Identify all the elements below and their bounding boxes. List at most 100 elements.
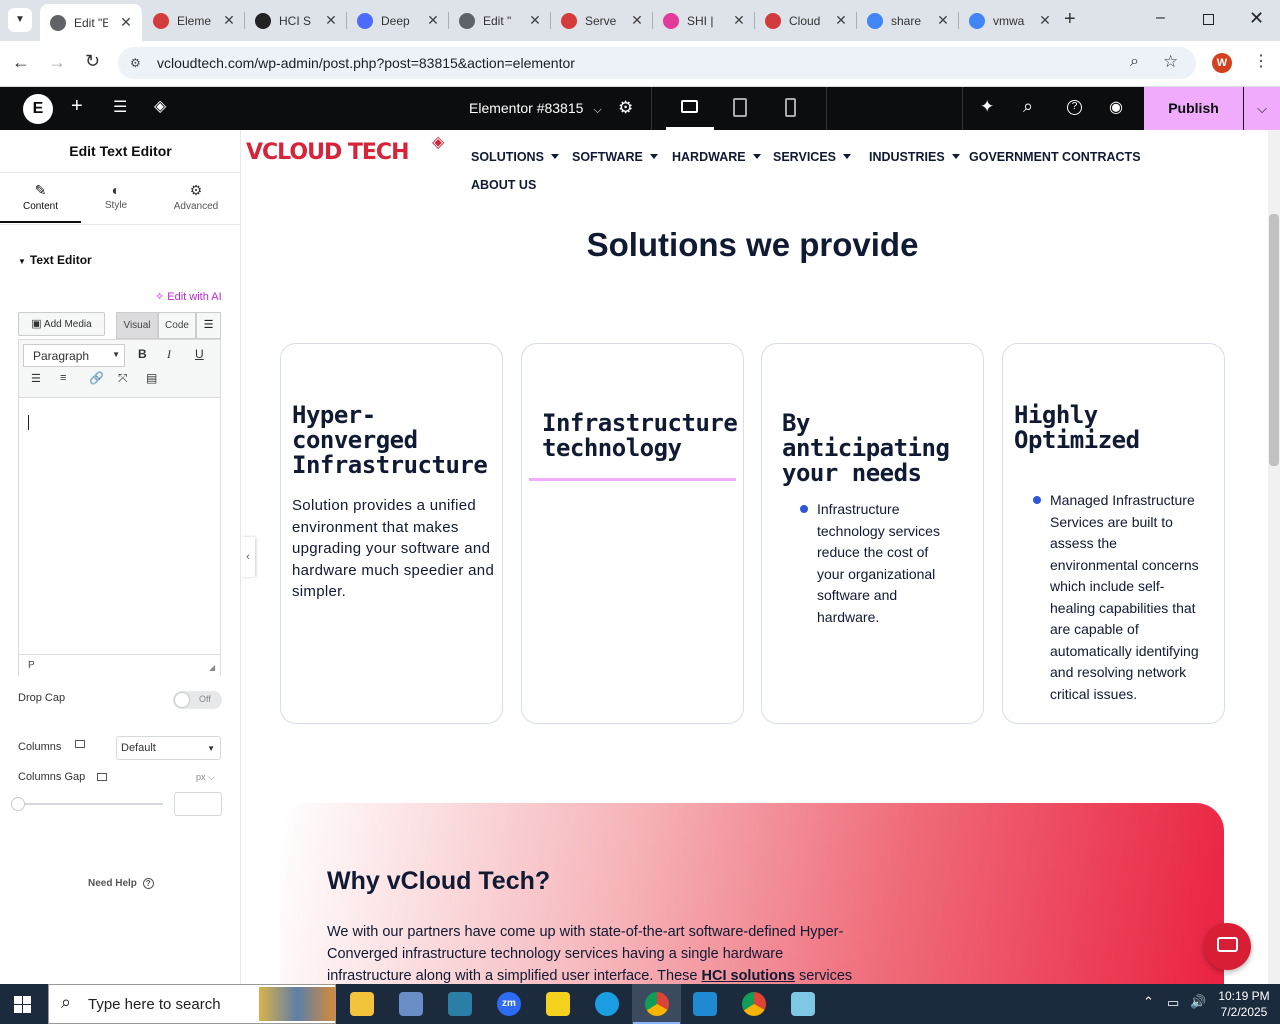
menu-item[interactable]: ABOUT US: [471, 178, 536, 192]
columns-gap-slider-handle[interactable]: [11, 797, 25, 811]
close-tab-icon[interactable]: ✕: [1037, 12, 1053, 29]
file-explorer-icon[interactable]: [350, 992, 374, 1016]
tab-advanced[interactable]: ⚙ Advanced: [151, 173, 241, 223]
snipping-tool-icon[interactable]: [399, 992, 423, 1016]
preview-eye-icon[interactable]: ◉: [1109, 97, 1123, 117]
notepad-icon[interactable]: [791, 992, 815, 1016]
collapse-panel-button[interactable]: ‹: [241, 537, 255, 577]
element-path[interactable]: P: [28, 660, 35, 671]
reload-button[interactable]: ↻: [85, 51, 100, 72]
columns-select[interactable]: Default ▼: [116, 736, 221, 760]
close-tab-icon[interactable]: ✕: [527, 12, 543, 29]
browser-tab[interactable]: Eleme ✕: [143, 0, 245, 41]
taskbar-search-box[interactable]: ⌕ Type here to search: [48, 984, 336, 1024]
publish-options-button[interactable]: ⌵: [1244, 87, 1280, 130]
bookmark-star-icon[interactable]: ☆: [1163, 52, 1178, 72]
restore-button[interactable]: [1203, 14, 1214, 25]
need-help-link[interactable]: Need Help ?: [88, 878, 154, 889]
zoom-app-icon[interactable]: zm: [497, 992, 521, 1016]
back-button[interactable]: ←: [12, 52, 30, 73]
page-settings-icon[interactable]: ⚙: [618, 98, 633, 118]
clock[interactable]: 10:19 PM 7/2/2025: [1214, 988, 1274, 1020]
site-settings-icon[interactable]: ☰: [113, 97, 127, 117]
numbered-list-button[interactable]: ≡: [60, 372, 66, 384]
desktop-responsive-icon[interactable]: [97, 773, 107, 781]
minimize-button[interactable]: –: [1156, 10, 1172, 27]
app-diamond-icon[interactable]: [448, 992, 472, 1016]
notifications-icon[interactable]: ✦: [980, 97, 994, 117]
hci-solutions-link[interactable]: HCI solutions: [702, 968, 795, 984]
browser-tab[interactable]: vmwa ✕: [959, 0, 1061, 41]
close-tab-icon[interactable]: ✕: [425, 12, 441, 29]
url-text[interactable]: vcloudtech.com/wp-admin/post.php?post=83…: [157, 55, 575, 71]
columns-gap-slider-track[interactable]: [18, 803, 163, 805]
volume-icon[interactable]: 🔊: [1190, 994, 1206, 1010]
drop-cap-toggle[interactable]: Off: [173, 691, 222, 709]
browser-tab[interactable]: HCI S ✕: [245, 0, 347, 41]
browser-tab[interactable]: Edit " ✕: [449, 0, 551, 41]
edge-browser-icon[interactable]: [595, 992, 619, 1016]
site-logo[interactable]: VCLOUD TECH ◈: [246, 134, 444, 165]
forward-button[interactable]: →: [48, 52, 66, 73]
fullscreen-icon[interactable]: ⤧: [118, 371, 128, 386]
browser-tab[interactable]: Edit "E ✕: [40, 4, 142, 41]
chrome-icon[interactable]: [645, 992, 669, 1016]
document-title-dropdown[interactable]: Elementor #83815 ⌵: [469, 100, 602, 117]
format-select[interactable]: Paragraph ▼: [23, 344, 125, 367]
windows-start-icon[interactable]: [14, 996, 31, 1013]
toolbar-toggle-icon[interactable]: ☰: [196, 312, 221, 339]
tab-search-button[interactable]: ▼: [8, 8, 32, 32]
profile-avatar[interactable]: W: [1212, 53, 1232, 73]
menu-item[interactable]: INDUSTRIES: [869, 150, 960, 164]
close-tab-icon[interactable]: ✕: [221, 12, 237, 29]
selected-widget-underline[interactable]: [529, 478, 736, 481]
zoom-icon[interactable]: ⌕: [1130, 53, 1139, 71]
menu-item[interactable]: GOVERNMENT CONTRACTS: [969, 150, 1141, 164]
publish-button[interactable]: Publish: [1144, 87, 1243, 130]
menu-item[interactable]: SOLUTIONS: [471, 150, 559, 164]
structure-layers-icon[interactable]: ◈: [154, 96, 166, 116]
tablet-view-icon[interactable]: [733, 98, 747, 117]
menu-item[interactable]: HARDWARE: [672, 150, 761, 164]
section-toggle-text-editor[interactable]: ▼ Text Editor: [18, 253, 92, 267]
address-bar[interactable]: ⚙ vcloudtech.com/wp-admin/post.php?post=…: [118, 47, 1196, 79]
tab-style[interactable]: ◐ Style: [81, 173, 151, 223]
elementor-logo-button[interactable]: E: [23, 94, 53, 124]
visual-tab[interactable]: Visual: [116, 312, 158, 339]
scrollbar-thumb[interactable]: [1269, 214, 1279, 466]
close-tab-icon[interactable]: ✕: [118, 14, 134, 31]
bullet-list-button[interactable]: ☰: [31, 372, 41, 385]
kitchen-sink-icon[interactable]: ▤: [146, 371, 157, 385]
link-icon[interactable]: 🔗: [89, 371, 104, 385]
tab-content[interactable]: ✎ Content: [0, 173, 81, 223]
mobile-view-icon[interactable]: [785, 98, 796, 117]
close-tab-icon[interactable]: ✕: [731, 12, 747, 29]
browser-tab[interactable]: Serve ✕: [551, 0, 653, 41]
menu-item[interactable]: SOFTWARE: [572, 150, 658, 164]
browser-tab[interactable]: share ✕: [857, 0, 959, 41]
show-hidden-icons[interactable]: ⌃: [1143, 994, 1154, 1010]
add-element-icon[interactable]: +: [71, 95, 83, 118]
sticky-notes-icon[interactable]: [546, 992, 570, 1016]
add-media-button[interactable]: ▣ Add Media: [18, 312, 105, 336]
edit-with-ai-button[interactable]: ✧ Edit with AI: [155, 290, 222, 303]
browser-tab[interactable]: SHI | ✕: [653, 0, 755, 41]
close-tab-icon[interactable]: ✕: [935, 12, 951, 29]
search-icon[interactable]: ⌕: [1023, 96, 1033, 117]
help-icon[interactable]: ?: [1067, 100, 1082, 115]
vscode-icon[interactable]: [693, 992, 717, 1016]
code-tab[interactable]: Code: [158, 312, 196, 339]
site-info-icon[interactable]: ⚙: [130, 56, 141, 70]
chat-widget-button[interactable]: [1204, 923, 1251, 970]
browser-menu-icon[interactable]: ⋮: [1253, 51, 1269, 71]
italic-button[interactable]: I: [167, 347, 171, 362]
browser-tab[interactable]: Deep ✕: [347, 0, 449, 41]
editor-text-area[interactable]: [19, 399, 220, 654]
network-icon[interactable]: ▭: [1167, 995, 1179, 1011]
close-tab-icon[interactable]: ✕: [833, 12, 849, 29]
menu-item[interactable]: SERVICES: [773, 150, 851, 164]
unit-selector[interactable]: px ⌵: [196, 772, 215, 783]
resize-handle-icon[interactable]: ◢: [209, 663, 215, 672]
new-tab-button[interactable]: +: [1064, 8, 1086, 32]
desktop-view-icon[interactable]: [681, 100, 698, 113]
